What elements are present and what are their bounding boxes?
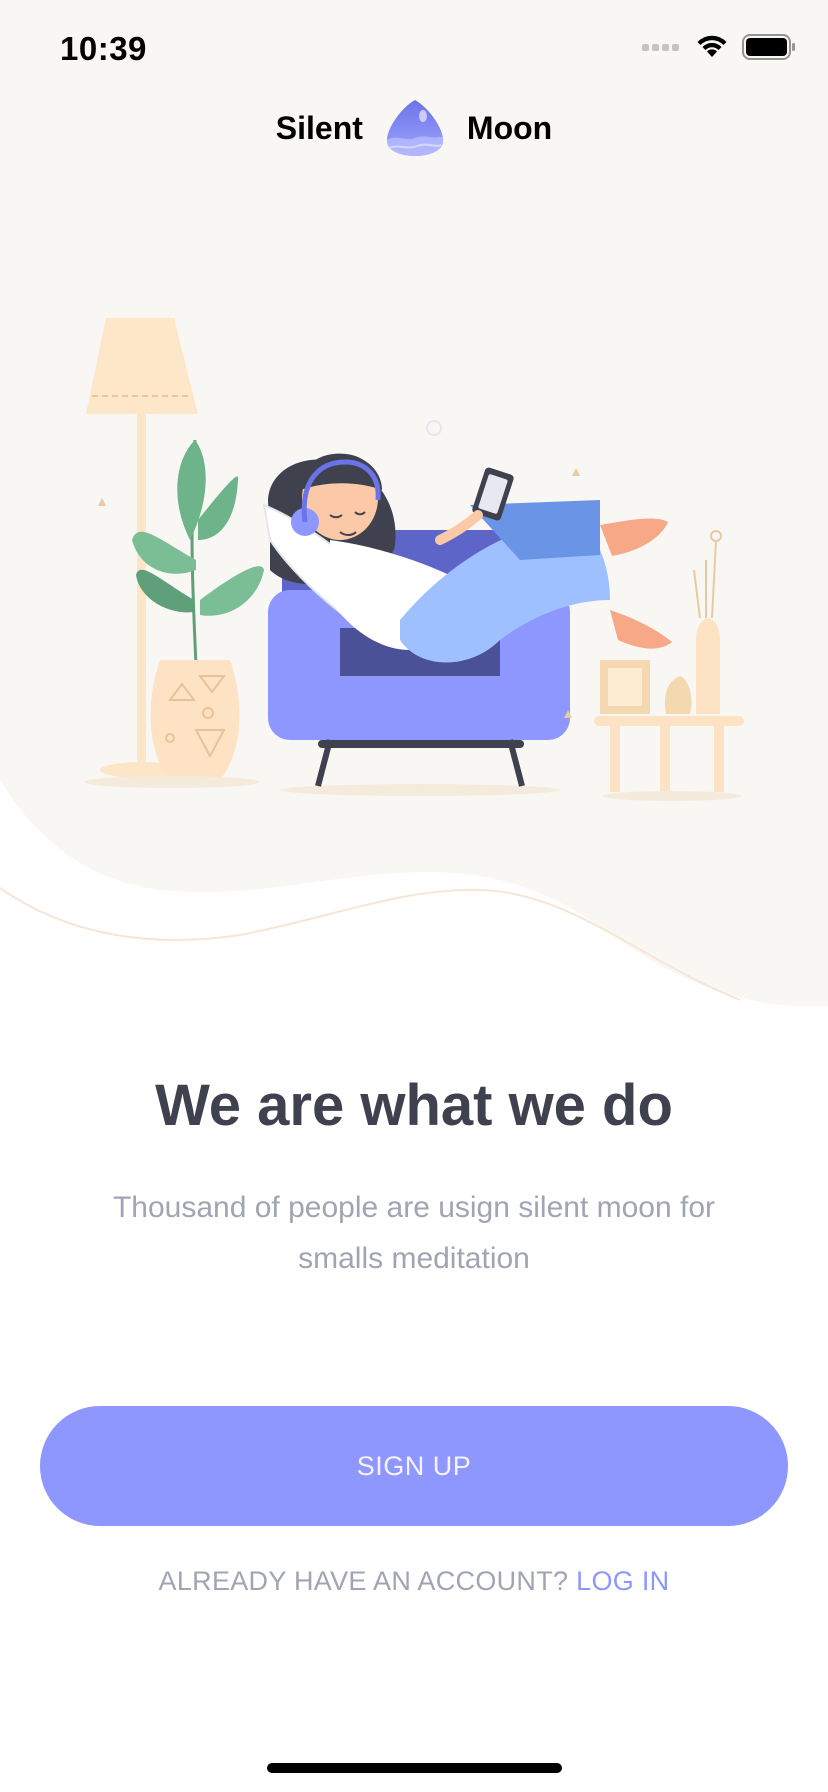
headline: We are what we do [155,1073,673,1138]
wifi-icon [697,35,727,57]
brand-word-right: Moon [466,109,553,146]
side-table-icon [594,530,744,801]
login-prompt-row: ALREADY HAVE AN ACCOUNT? LOG IN [0,1566,828,1597]
cellular-signal-icon [642,44,679,51]
brand-header: Silent Moon [0,98,828,158]
hero-illustration [84,318,744,801]
brand-word-left: Silent [275,109,363,146]
status-icons [642,34,796,60]
moon-logo-icon [386,100,443,156]
potted-plant-icon [84,439,264,788]
status-time: 10:39 [60,30,147,67]
subtitle: Thousand of people are usign silent moon… [112,1191,716,1275]
home-indicator[interactable] [267,1763,562,1773]
sign-up-button[interactable]: SIGN UP [40,1406,788,1526]
log-in-link[interactable]: LOG IN [576,1566,669,1596]
battery-icon [742,34,795,60]
login-prompt-text: ALREADY HAVE AN ACCOUNT? [158,1566,569,1596]
welcome-screen: 10:39 Silent Moon We are what we do Thou… [0,0,828,1792]
